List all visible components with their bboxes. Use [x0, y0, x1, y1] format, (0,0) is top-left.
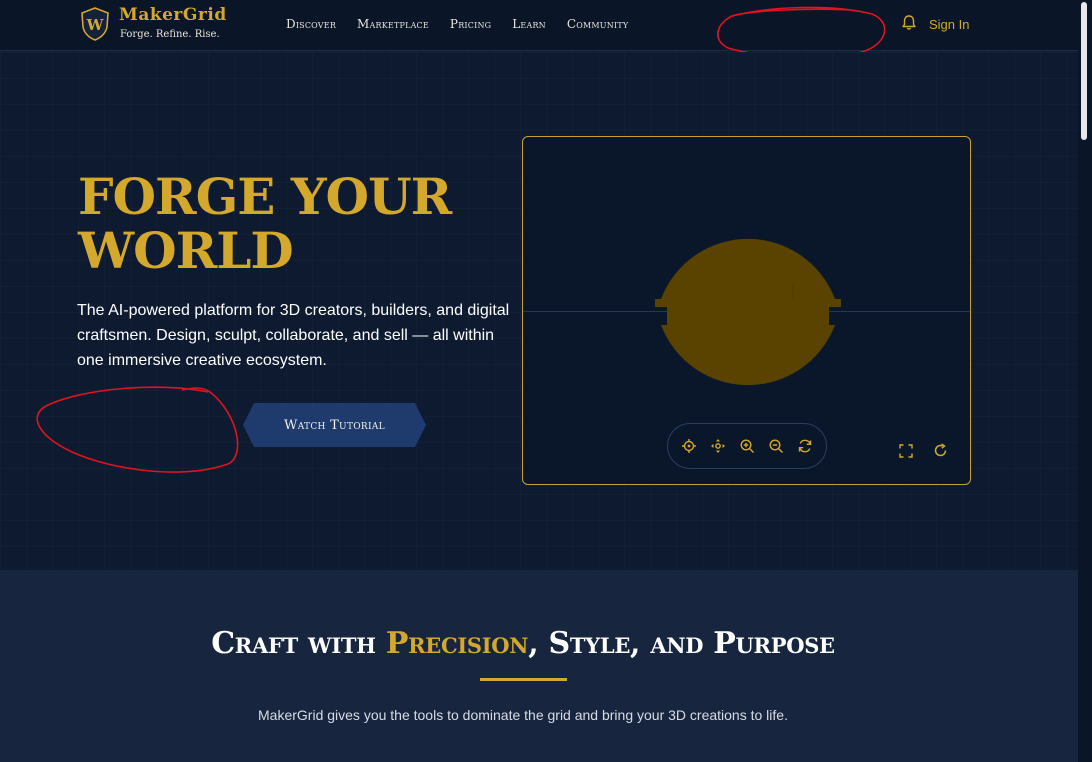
hero-description: The AI-powered platform for 3D creators,… — [77, 302, 510, 369]
viewer-toolbar — [667, 423, 827, 469]
main-nav: Discover Marketplace Pricing Learn Commu… — [286, 17, 628, 31]
move-icon[interactable] — [710, 438, 726, 454]
reset-view-icon[interactable] — [797, 438, 813, 454]
hero-section: FORGE YOUR WORLD The AI-powered platform… — [0, 52, 1078, 570]
target-icon[interactable] — [681, 438, 697, 454]
sign-in-link[interactable]: Sign In — [929, 17, 969, 32]
zoom-out-icon[interactable] — [768, 438, 784, 454]
nav-community[interactable]: Community — [567, 17, 628, 31]
title-underline — [480, 678, 567, 681]
nav-learn[interactable]: Learn — [512, 17, 546, 31]
brand-name[interactable]: MakerGrid — [119, 5, 227, 25]
brand-tagline: Forge. Refine. Rise. — [120, 29, 220, 40]
nav-marketplace[interactable]: Marketplace — [357, 17, 429, 31]
hero-title: FORGE YOUR WORLD — [78, 167, 452, 280]
section-subtitle: MakerGrid gives you the tools to dominat… — [258, 707, 788, 723]
title-suffix: , Style, and Purpose — [528, 626, 835, 661]
red-annotation-circle — [36, 386, 239, 473]
fullscreen-icon[interactable] — [899, 444, 913, 458]
section-title: Craft with Precision, Style, and Purpose — [0, 626, 1046, 661]
zoom-in-icon[interactable] — [739, 438, 755, 454]
title-highlight: Precision — [385, 626, 529, 661]
bell-icon[interactable] — [901, 14, 917, 31]
nav-discover[interactable]: Discover — [286, 17, 336, 31]
scrollbar-thumb[interactable] — [1081, 2, 1087, 140]
top-header: W MakerGrid Forge. Refine. Rise. Discove… — [0, 0, 1078, 58]
3d-model-viewer[interactable] — [522, 136, 971, 485]
model-sphere[interactable] — [653, 215, 843, 405]
watch-tutorial-button[interactable]: Watch Tutorial — [243, 403, 426, 447]
nav-pricing[interactable]: Pricing — [450, 17, 491, 31]
features-section: Craft with Precision, Style, and Purpose… — [0, 570, 1078, 762]
svg-text:W: W — [86, 16, 105, 34]
page-scrollbar[interactable] — [1078, 0, 1092, 762]
refresh-icon[interactable] — [933, 443, 948, 458]
title-prefix: Craft with — [211, 626, 386, 661]
logo-shield-icon[interactable]: W — [80, 7, 110, 41]
